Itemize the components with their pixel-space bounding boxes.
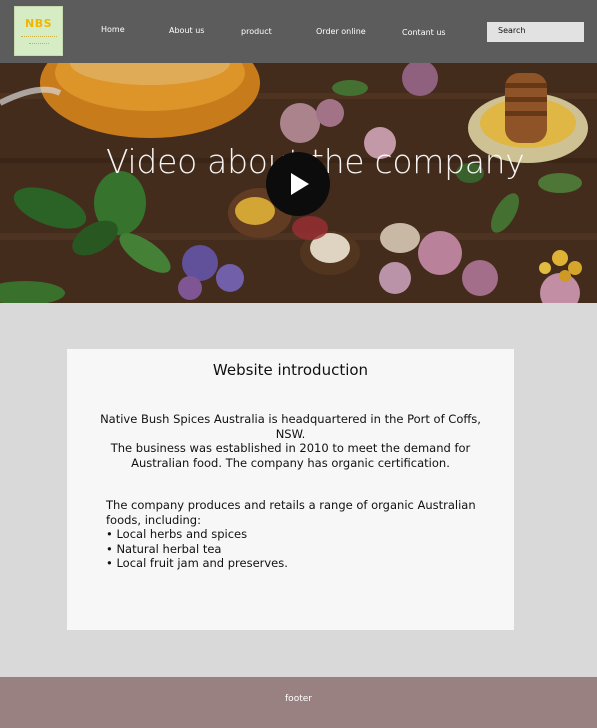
intro-paragraph: Native Bush Spices Australia is headquar… bbox=[100, 412, 481, 441]
list-item: Local fruit jam and preserves. bbox=[106, 556, 486, 571]
products-list: Local herbs and spices Natural herbal te… bbox=[106, 527, 486, 571]
nav-contact-us[interactable]: Contant us bbox=[402, 28, 446, 37]
nav-order-online[interactable]: Order online bbox=[316, 27, 366, 36]
hero-video-banner[interactable]: Video about the company bbox=[0, 63, 597, 303]
products-section: The company produces and retails a range… bbox=[106, 498, 486, 571]
footer-text: footer bbox=[285, 694, 312, 704]
search-input[interactable]: Search bbox=[487, 22, 584, 42]
intro-paragraph: The business was established in 2010 to … bbox=[110, 441, 471, 470]
card-title: Website introduction bbox=[212, 361, 369, 379]
nav-home[interactable]: Home bbox=[101, 25, 125, 34]
logo-text: NBS bbox=[24, 17, 52, 30]
nav-product[interactable]: product bbox=[241, 27, 272, 36]
list-item: Natural herbal tea bbox=[106, 542, 486, 557]
nav-about-us[interactable]: About us bbox=[169, 26, 204, 35]
logo-decoration bbox=[21, 36, 57, 38]
search-label: Search bbox=[498, 26, 526, 35]
intro-text: Native Bush Spices Australia is headquar… bbox=[95, 412, 486, 470]
introduction-card: Website introduction Native Bush Spices … bbox=[67, 349, 514, 630]
list-item: Local herbs and spices bbox=[106, 527, 486, 542]
play-button[interactable] bbox=[266, 152, 330, 216]
products-lead: The company produces and retails a range… bbox=[106, 498, 476, 527]
site-footer: footer bbox=[0, 677, 597, 728]
site-header: NBS Home About us product Order online C… bbox=[0, 0, 597, 63]
logo[interactable]: NBS bbox=[14, 6, 63, 56]
logo-decoration bbox=[29, 43, 49, 45]
play-icon bbox=[291, 173, 309, 195]
